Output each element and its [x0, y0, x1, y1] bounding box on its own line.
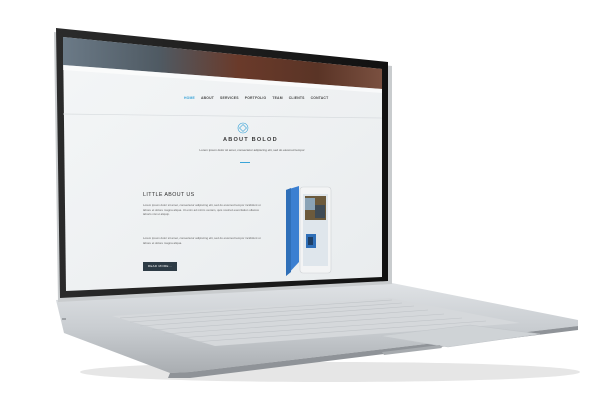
section-title: LITTLE ABOUT US [143, 192, 195, 198]
nav-item-contact[interactable]: CONTACT [311, 96, 329, 100]
main-nav: HOME ABOUT SERVICES PORTFOLIO TEAM CLIEN… [184, 96, 328, 100]
nav-item-clients[interactable]: CLIENTS [289, 96, 305, 100]
website-content: HOME ABOUT SERVICES PORTFOLIO TEAM CLIEN… [0, 0, 612, 408]
title-separator [240, 162, 250, 163]
about-subtitle: Lorem ipsum dolor sit amet, consectetur … [199, 148, 305, 152]
about-paragraph-2: Lorem ipsum dolor sit amet, consectetur … [143, 236, 261, 245]
read-more-button[interactable]: READ MORE... [143, 262, 177, 271]
nav-item-team[interactable]: TEAM [272, 96, 282, 100]
about-title: ABOUT BOLOD [223, 137, 278, 143]
nav-item-services[interactable]: SERVICES [220, 96, 239, 100]
nav-item-home[interactable]: HOME [184, 96, 195, 100]
about-paragraph-1: Lorem ipsum dolor sit amet, consectetur … [143, 203, 261, 217]
mockup-scene: HOME ABOUT SERVICES PORTFOLIO TEAM CLIEN… [0, 0, 612, 408]
nav-item-about[interactable]: ABOUT [201, 96, 214, 100]
nav-item-portfolio[interactable]: PORTFOLIO [245, 96, 267, 100]
